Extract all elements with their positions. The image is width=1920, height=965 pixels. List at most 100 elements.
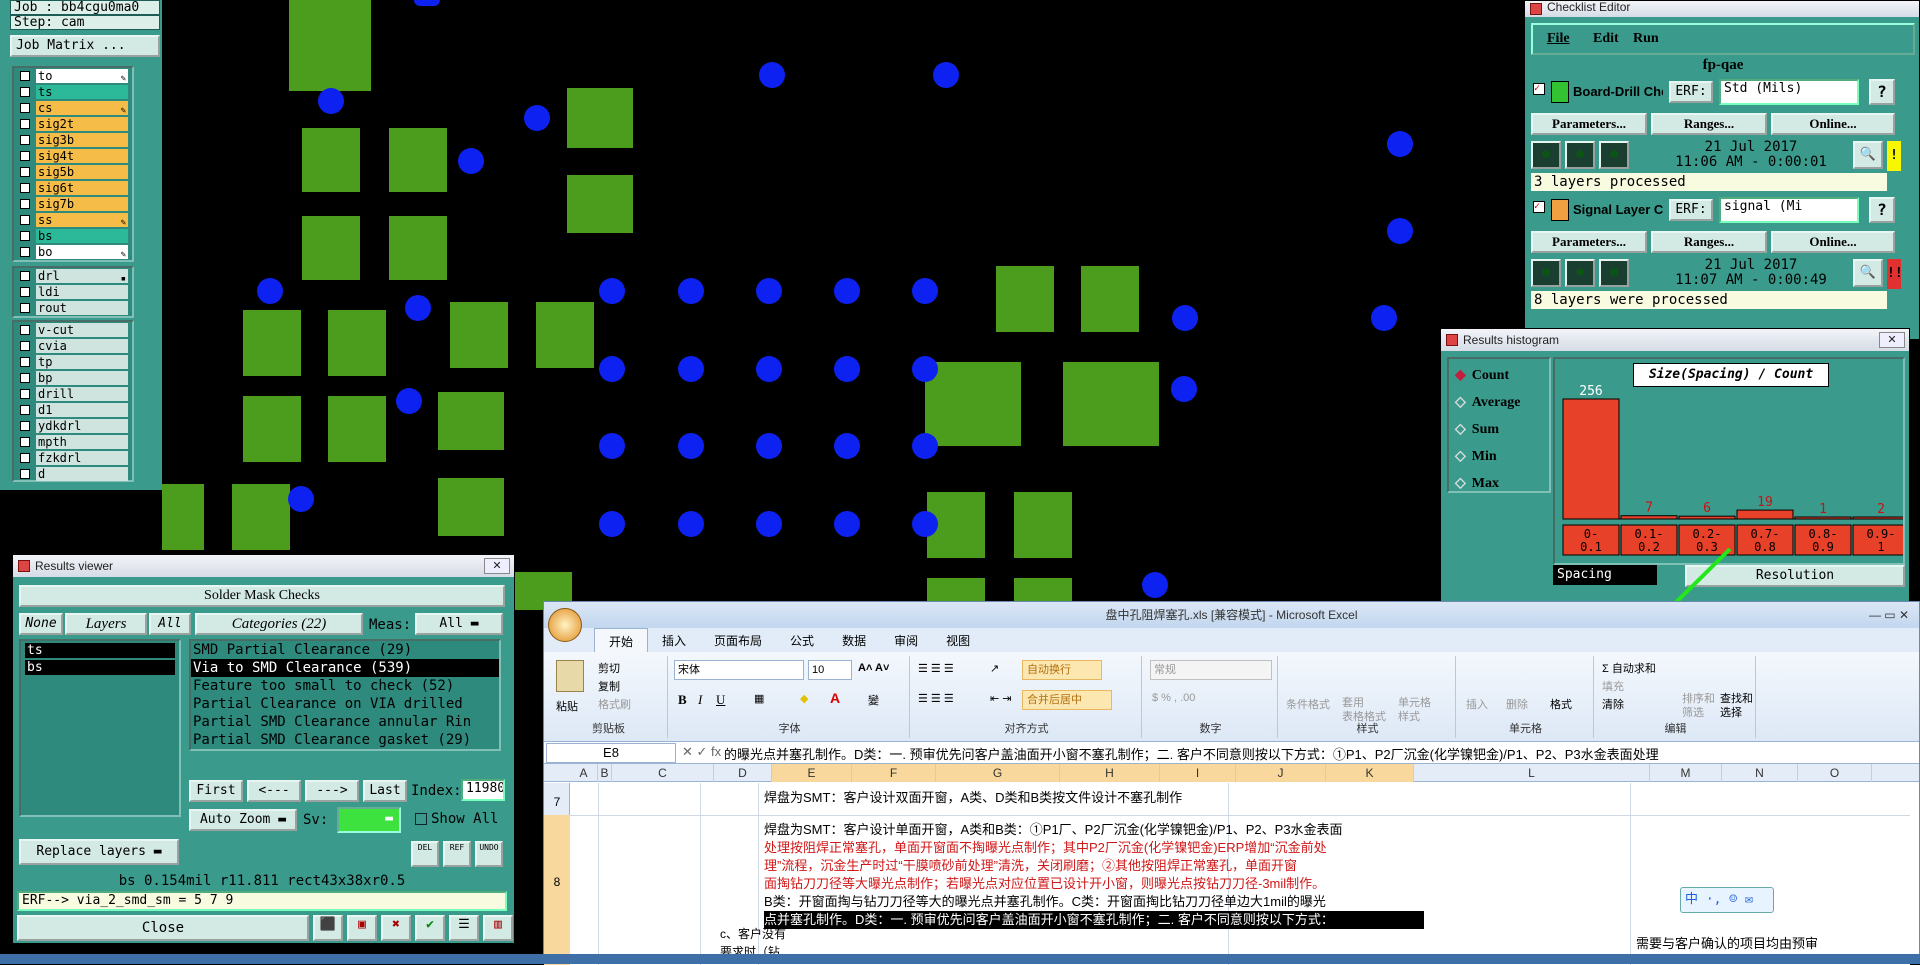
layer-checkbox[interactable]	[20, 199, 30, 209]
result-layer-item[interactable]: ts	[25, 643, 175, 658]
sort-filter-button[interactable]: 排序和 筛选	[1682, 692, 1715, 720]
mode-min[interactable]: ◇ Min	[1455, 446, 1551, 468]
column-header-o[interactable]: O	[1798, 764, 1872, 782]
align-left-icon[interactable]: ☰ ☰ ☰	[918, 692, 954, 705]
layer-checkbox[interactable]	[20, 453, 30, 463]
histogram-bar[interactable]	[1562, 398, 1620, 520]
next-button[interactable]: --->	[305, 780, 359, 802]
column-header-c[interactable]: C	[612, 764, 714, 782]
layer-name[interactable]: fzkdrl	[36, 451, 128, 465]
layer-name[interactable]: sig3b	[36, 133, 128, 147]
checklist-titlebar[interactable]: Checklist Editor	[1525, 1, 1919, 17]
name-box[interactable]: E8	[546, 743, 676, 763]
layer-checkbox[interactable]	[20, 389, 30, 399]
category-item[interactable]: Feature too small to check (52)	[191, 677, 499, 695]
layer-name[interactable]: drill	[36, 387, 128, 401]
layer-checkbox[interactable]	[20, 325, 30, 335]
layer-name[interactable]: tp	[36, 355, 128, 369]
cell-e7[interactable]: 焊盘为SMT：客户设计双面开窗，A类、D类和B类按文件设计不塞孔制作	[764, 789, 1182, 807]
mode-sum[interactable]: ◇ Sum	[1455, 419, 1551, 441]
italic-icon[interactable]: I	[698, 692, 702, 708]
erf-select[interactable]: Std (Mils)	[1719, 79, 1859, 105]
find-select-button[interactable]: 查找和 选择	[1720, 692, 1753, 720]
layer-name[interactable]: sig4t	[36, 149, 128, 163]
category-list[interactable]: SMD Partial Clearance (29) Via to SMD Cle…	[189, 639, 501, 751]
layer-checkbox[interactable]	[20, 231, 30, 241]
prev-button[interactable]: <---	[247, 780, 301, 802]
layer-row-ts[interactable]: ts	[14, 84, 132, 100]
layer-checkbox[interactable]	[20, 437, 30, 447]
stop-icon[interactable]: ✻	[1599, 259, 1629, 287]
layer-row-drill[interactable]: drill	[14, 386, 132, 402]
fill-button[interactable]: 填充	[1602, 678, 1624, 694]
online-button[interactable]: Online...	[1771, 113, 1895, 135]
report-icon[interactable]: ☰	[449, 915, 479, 941]
column-header-b[interactable]: B	[598, 764, 612, 782]
font-name-select[interactable]: 宋体	[674, 660, 804, 680]
column-header-e[interactable]: E	[772, 764, 852, 782]
layer-row-sig6t[interactable]: sig6t	[14, 180, 132, 196]
histogram-bar[interactable]	[1736, 509, 1794, 520]
column-header-k[interactable]: K	[1326, 764, 1414, 782]
check-label[interactable]: Signal Layer Ch	[1573, 202, 1663, 217]
layer-checkbox[interactable]	[20, 421, 30, 431]
ribbon-tab[interactable]: 页面布局	[700, 628, 776, 652]
cross-icon[interactable]: ✖	[381, 915, 411, 941]
results-zoom-icon[interactable]: 🔍	[1853, 259, 1883, 287]
layer-row-cvia[interactable]: cvia	[14, 338, 132, 354]
layer-checkbox[interactable]	[20, 71, 30, 81]
board-canvas[interactable]	[162, 0, 1522, 610]
layer-results-list[interactable]: ts bs	[19, 639, 181, 817]
zoom-icon[interactable]: ⬛	[313, 915, 343, 941]
ribbon-tab[interactable]: 开始	[594, 628, 649, 652]
layer-checkbox[interactable]	[20, 215, 30, 225]
cut-button[interactable]: 剪切	[598, 660, 620, 676]
layer-checkbox[interactable]	[20, 287, 30, 297]
help-button[interactable]: ?	[1869, 79, 1895, 105]
indent-icon[interactable]: ⇤ ⇥	[990, 692, 1012, 705]
align-top-icon[interactable]: ☰ ☰ ☰	[918, 662, 954, 675]
excel-titlebar[interactable]: 盘中孔阻焊塞孔.xls [兼容模式] - Microsoft Excel — ▭…	[544, 602, 1919, 642]
formula-input[interactable]: 的曝光点并塞孔制作。D类：一. 预审优先问客户盖油面开小窗不塞孔制作；二. 客户…	[724, 744, 1889, 763]
layer-name[interactable]: mpth	[36, 435, 128, 449]
format-painter-button[interactable]: 格式刷	[598, 696, 631, 712]
index-input[interactable]: 11980	[461, 779, 505, 801]
menu-file[interactable]: File	[1547, 31, 1570, 47]
ribbon-tab[interactable]: 视图	[932, 628, 984, 652]
run-icon[interactable]: ✻	[1531, 259, 1561, 287]
layers-button[interactable]: Layers	[65, 613, 147, 635]
layer-name[interactable]: ydkdrl	[36, 419, 128, 433]
column-header-h[interactable]: H	[1060, 764, 1160, 782]
histogram-titlebar[interactable]: Results histogram ✕	[1441, 329, 1909, 351]
meas-select[interactable]: All ▬	[415, 613, 503, 635]
layer-row-fzkdrl[interactable]: fzkdrl	[14, 450, 132, 466]
category-item[interactable]: Partial Clearance on VIA drilled	[191, 695, 499, 713]
auto-zoom-select[interactable]: Auto Zoom ▬	[189, 809, 297, 831]
all-button[interactable]: All	[149, 613, 191, 635]
layer-checkbox[interactable]	[20, 469, 30, 479]
layer-checkbox[interactable]	[20, 303, 30, 313]
run-icon[interactable]: ✻	[1531, 141, 1561, 169]
autosum-button[interactable]: Σ 自动求和	[1602, 660, 1656, 676]
layer-row-v-cut[interactable]: v-cut	[14, 322, 132, 338]
category-item[interactable]: Via to SMD Clearance (539)	[191, 659, 499, 677]
undo-button[interactable]: UNDO	[475, 841, 503, 867]
category-item[interactable]: SMD Partial Clearance (29)	[191, 641, 499, 659]
column-header-g[interactable]: G	[936, 764, 1060, 782]
merge-center-button[interactable]: 合并后居中	[1022, 690, 1112, 710]
category-item[interactable]: Partial SMD Clearance annular Rin	[191, 713, 499, 731]
layer-name[interactable]: ts	[36, 85, 128, 99]
column-header-l[interactable]: L	[1414, 764, 1650, 782]
help-button[interactable]: ?	[1869, 197, 1895, 223]
layer-row-sig5b[interactable]: sig5b	[14, 164, 132, 180]
delete-button[interactable]: 删除	[1506, 696, 1528, 712]
result-layer-item[interactable]: bs	[25, 660, 175, 675]
orientation-icon[interactable]: ↗	[990, 662, 999, 675]
layer-name[interactable]: cvia	[36, 339, 128, 353]
layer-checkbox[interactable]	[20, 247, 30, 257]
column-header-d[interactable]: D	[714, 764, 772, 782]
layer-row-bp[interactable]: bp	[14, 370, 132, 386]
paste-icon[interactable]	[556, 660, 584, 692]
clear-button[interactable]: 清除	[1602, 696, 1624, 712]
replace-layers-select[interactable]: Replace layers ▬	[19, 839, 179, 865]
